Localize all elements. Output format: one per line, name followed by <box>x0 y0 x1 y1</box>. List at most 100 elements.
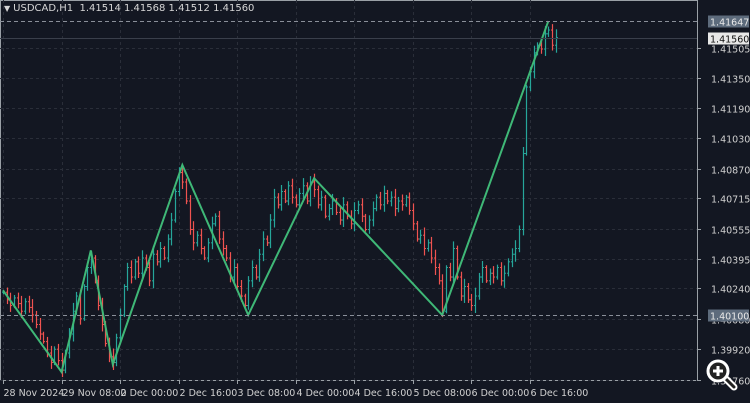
price-bar <box>489 268 492 286</box>
price-bar <box>159 242 162 268</box>
price-bar <box>503 265 506 288</box>
price-bar <box>372 201 375 227</box>
price-bar <box>470 293 473 311</box>
price-bar <box>291 178 294 204</box>
price-bar <box>156 250 159 266</box>
price-bar <box>449 262 452 282</box>
price-bar <box>266 235 269 246</box>
price-bar <box>416 220 419 242</box>
price-bar <box>353 202 356 232</box>
price-bar <box>397 196 400 213</box>
price-bar <box>192 221 195 251</box>
price-bar <box>474 287 477 314</box>
ohlc-readout: 1.41514 1.41568 1.41512 1.41560 <box>79 3 255 14</box>
price-bar <box>130 260 133 284</box>
price-bar <box>507 258 510 277</box>
price-bar <box>485 265 488 283</box>
price-bar <box>222 231 225 256</box>
x-tick-label: 2 Dec 16:00 <box>180 388 238 399</box>
price-bar <box>438 263 441 285</box>
price-bar <box>522 147 525 236</box>
price-bar <box>273 188 276 228</box>
y-tick-label: 1.41350 <box>711 75 750 86</box>
y-tick-label: 1.40395 <box>711 256 750 267</box>
price-bar <box>463 278 466 303</box>
price-bar <box>511 248 514 268</box>
y-tick-label: 1.41505 <box>711 45 750 56</box>
x-tick-label: 5 Dec 08:00 <box>414 388 472 399</box>
price-bar <box>287 181 290 206</box>
x-tick-label: 4 Dec 16:00 <box>355 388 413 399</box>
y-tick-label: 1.40715 <box>711 195 750 206</box>
price-bar <box>478 272 481 300</box>
zoom-in-magnifier-icon[interactable] <box>704 357 738 391</box>
x-tick-label: 6 Dec 16:00 <box>531 388 589 399</box>
chart-header: ▼ USDCAD,H1 1.41514 1.41568 1.41512 1.415… <box>4 3 254 14</box>
price-bar <box>434 249 437 276</box>
price-bar <box>375 194 378 212</box>
x-tick-label: 2 Dec 00:00 <box>121 388 179 399</box>
bid-price-label: 1.41560 <box>710 35 749 46</box>
price-bar <box>357 200 360 215</box>
price-bar <box>295 194 298 208</box>
price-bar <box>525 84 528 156</box>
price-bar <box>185 178 188 205</box>
price-bar <box>547 26 550 37</box>
price-bar <box>196 231 199 247</box>
x-tick-label: 28 Nov 2024 <box>4 388 65 399</box>
symbol-label: USDCAD,H1 <box>13 3 74 14</box>
price-bar <box>284 189 287 204</box>
price-bar <box>280 185 283 211</box>
price-bar <box>57 343 60 366</box>
x-tick-label: 4 Dec 00:00 <box>297 388 355 399</box>
price-bar <box>514 240 517 262</box>
x-tick-label: 29 Nov 08:00 <box>63 388 127 399</box>
price-bar <box>405 194 408 207</box>
price-bar <box>214 213 217 227</box>
y-tick-label: 1.39920 <box>711 346 750 357</box>
price-bar <box>412 203 415 231</box>
price-bar <box>262 231 265 262</box>
price-bar <box>277 193 280 209</box>
price-bar <box>148 261 151 287</box>
price-bar <box>255 264 258 280</box>
price-bar <box>551 24 554 51</box>
price-bar <box>481 261 484 283</box>
price-bar <box>309 176 312 207</box>
price-bar <box>379 191 382 210</box>
price-bar <box>423 227 426 256</box>
price-level-label: 1.40100 <box>710 312 749 323</box>
y-tick-label: 1.40555 <box>711 226 750 237</box>
price-bar <box>258 248 261 282</box>
price-bar <box>368 215 371 234</box>
price-chart[interactable]: 1.41505 1.41350 1.41190 1.41030 1.40870 1.407… <box>0 0 750 403</box>
price-bar <box>189 195 192 235</box>
price-bar <box>42 331 45 344</box>
price-bar <box>174 188 177 223</box>
price-bar <box>361 198 364 223</box>
price-bar <box>364 213 367 232</box>
price-bar <box>126 262 129 291</box>
y-tick-label: 1.40240 <box>711 285 750 296</box>
price-bar <box>167 234 170 263</box>
y-tick-label: 1.41190 <box>711 105 750 116</box>
price-bar <box>17 292 20 309</box>
price-bar <box>460 271 463 301</box>
price-bar <box>452 241 455 284</box>
price-bar <box>134 258 137 280</box>
price-bar <box>386 189 389 205</box>
price-bar <box>419 229 422 244</box>
price-bar <box>218 210 221 244</box>
price-bar <box>394 188 397 217</box>
triangle-down-icon[interactable]: ▼ <box>4 4 10 13</box>
price-bar <box>467 283 470 303</box>
price-bar <box>39 318 42 340</box>
price-bar <box>225 245 228 262</box>
price-bar <box>200 228 203 255</box>
price-bar <box>555 29 558 53</box>
y-tick-label: 1.40870 <box>711 166 750 177</box>
price-bar <box>496 264 499 280</box>
price-bar <box>163 246 166 261</box>
price-bar <box>28 295 31 313</box>
price-bar <box>269 214 272 249</box>
